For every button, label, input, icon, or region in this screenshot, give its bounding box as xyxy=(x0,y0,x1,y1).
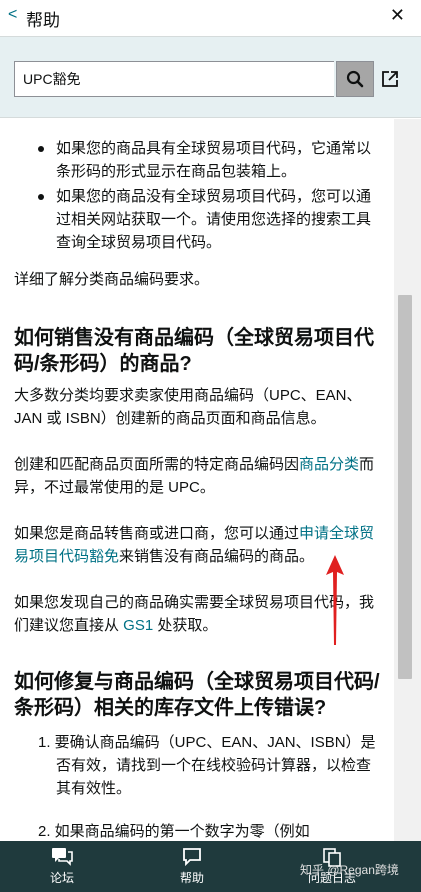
nav-forum[interactable]: 论坛 xyxy=(50,847,74,886)
nav-help[interactable]: 帮助 xyxy=(180,847,204,886)
watermark: 知乎 @Regan跨境 xyxy=(300,863,399,877)
list-item: 1. 要确认商品编码（UPC、EAN、JAN、ISBN）是否有效，请找到一个在线… xyxy=(38,734,376,797)
chat-bubbles-icon xyxy=(52,848,73,866)
text: 来销售没有商品编码的商品。 xyxy=(119,548,315,565)
search-bar xyxy=(0,36,421,118)
help-header: < 帮助 ✕ xyxy=(0,0,421,36)
nav-label: 论坛 xyxy=(50,871,75,885)
section-heading-sell-without-code: 如何销售没有商品编码（全球贸易项目代码/条形码）的商品? xyxy=(14,327,374,375)
help-content: 如果您的商品具有全球贸易项目代码，它通常以条形码的形式显示在商品包装箱上。 如果… xyxy=(0,119,394,841)
nav-label: 帮助 xyxy=(180,871,205,885)
text: 处获取。 xyxy=(153,617,218,634)
search-input[interactable] xyxy=(14,61,334,97)
bullet-list: 如果您的商品具有全球贸易项目代码，它通常以条形码的形式显示在商品包装箱上。 如果… xyxy=(38,137,378,256)
text: 创建和匹配商品页面所需的特定商品编码因 xyxy=(14,456,300,473)
text: 如果您是商品转售商或进口商，您可以通过 xyxy=(14,525,300,542)
search-button[interactable] xyxy=(336,61,374,97)
gs1-link[interactable]: GS1 xyxy=(123,617,153,634)
section-heading-fix-upload-errors: 如何修复与商品编码（全球贸易项目代码/条形码）相关的库存文件上传错误? xyxy=(14,671,380,719)
list-item: 如果您的商品没有全球贸易项目代码，您可以通过相关网站获取一个。请使用您选择的搜索… xyxy=(38,185,378,254)
red-annotation-arrow xyxy=(326,555,344,645)
list-item: 如果您的商品具有全球贸易项目代码，它通常以条形码的形式显示在商品包装箱上。 xyxy=(38,137,378,183)
product-category-link[interactable]: 商品分类 xyxy=(299,456,359,473)
back-chevron-icon[interactable]: < xyxy=(8,6,17,24)
message-icon xyxy=(183,848,201,867)
bottom-nav: 论坛 帮助 问题日志 知乎 @Regan跨境 xyxy=(0,841,421,892)
open-external-button[interactable] xyxy=(378,67,402,91)
scrollbar[interactable] xyxy=(394,119,421,841)
scrollbar-thumb[interactable] xyxy=(398,295,412,679)
paragraph: 大多数分类均要求卖家使用商品编码（UPC、EAN、JAN 或 ISBN）创建新的… xyxy=(14,387,362,427)
steps-list: 1. 要确认商品编码（UPC、EAN、JAN、ISBN）是否有效，请找到一个在线… xyxy=(38,731,378,841)
close-icon[interactable]: ✕ xyxy=(390,5,405,26)
learn-more-link[interactable]: 详细了解分类商品编码要求。 xyxy=(14,268,382,291)
page-title: 帮助 xyxy=(26,11,60,30)
external-link-icon xyxy=(382,71,398,87)
list-item: 2. 如果商品编码的第一个数字为零（例如 xyxy=(38,823,310,840)
paragraph: 创建和匹配商品页面所需的特定商品编码因商品分类而异，不过最常使用的是 UPC。 xyxy=(14,453,382,499)
search-icon xyxy=(346,70,364,88)
